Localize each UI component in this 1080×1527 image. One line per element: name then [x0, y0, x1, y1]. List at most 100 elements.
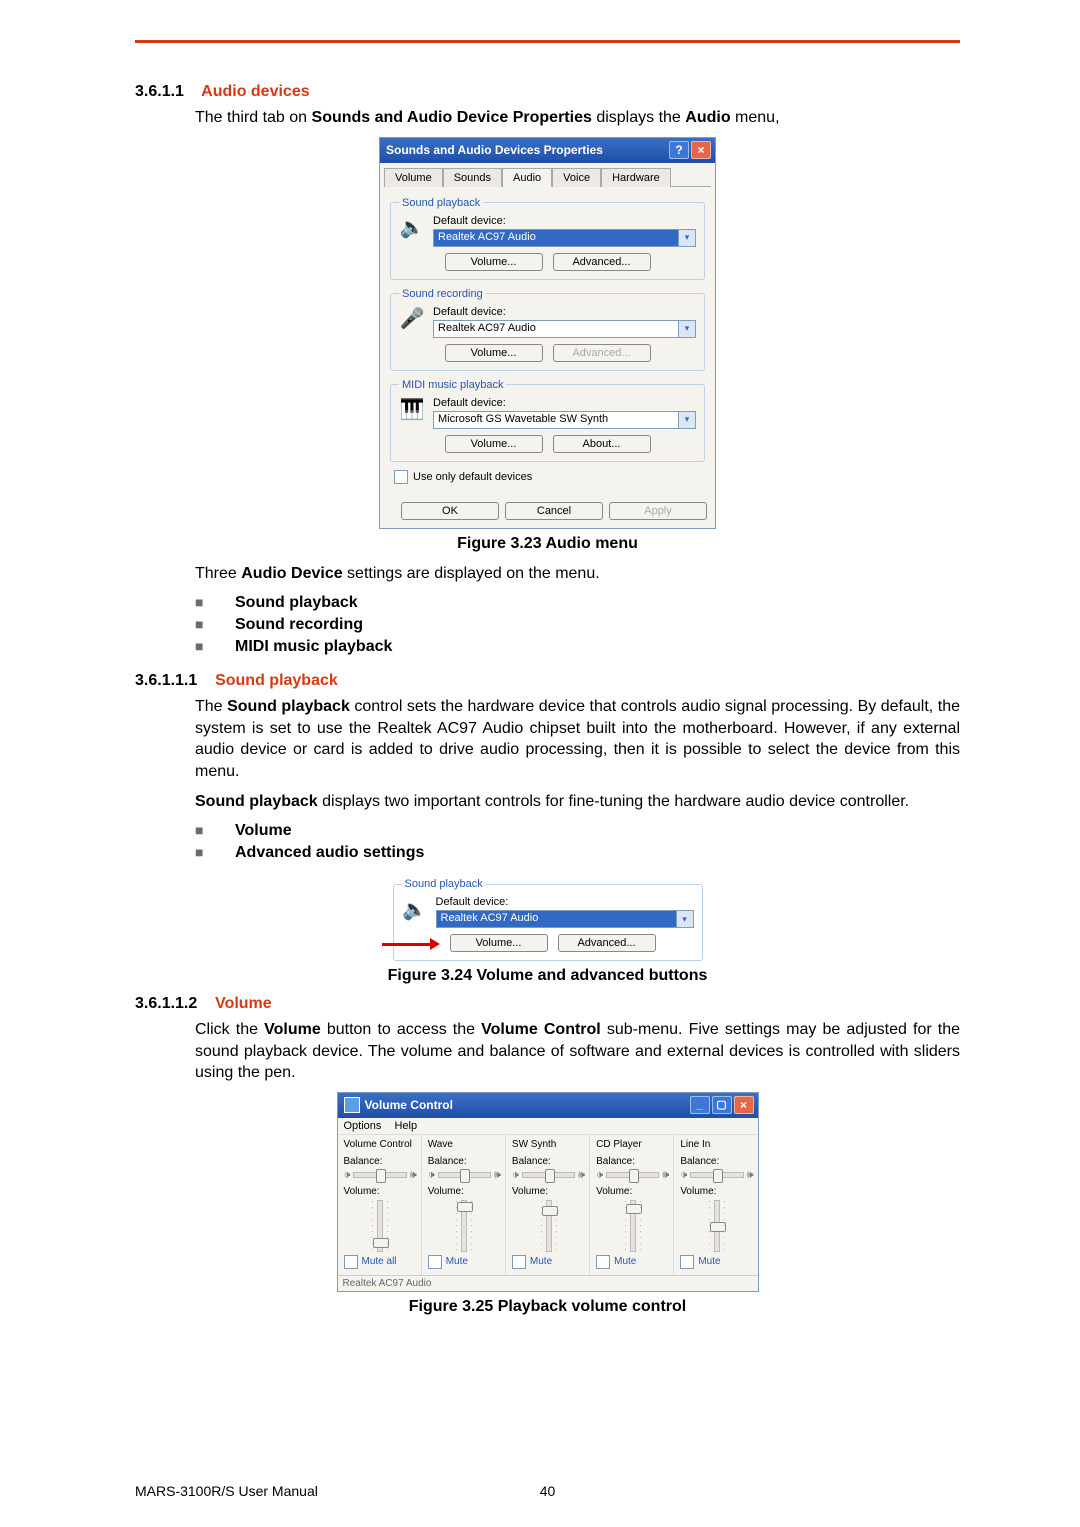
dialog-title: Sounds and Audio Devices Properties [386, 143, 667, 157]
channel-name: Line In [680, 1139, 753, 1150]
close-button[interactable]: × [734, 1096, 754, 1114]
volume-paragraph: Click the Volume button to access the Vo… [195, 1019, 960, 1084]
speaker-right-icon: 🕪 [494, 1169, 501, 1182]
checkbox-icon[interactable] [512, 1255, 526, 1269]
midi-device-dropdown[interactable]: Microsoft GS Wavetable SW Synth ▾ [433, 411, 696, 429]
tab-hardware[interactable]: Hardware [601, 168, 671, 187]
intro-paragraph: The third tab on Sounds and Audio Device… [195, 107, 960, 129]
sound-playback-para2: Sound playback displays two important co… [195, 791, 960, 813]
close-button[interactable]: × [691, 141, 711, 159]
volctrl-columns: Volume ControlBalance:🕩🕪Volume:Mute allW… [338, 1135, 758, 1275]
balance-slider[interactable]: 🕩🕪 [680, 1169, 753, 1182]
volume-label: Volume: [512, 1186, 585, 1197]
midi-playback-group: MIDI music playback 🎹 Default device: Mi… [390, 379, 705, 462]
dropdown-value: Microsoft GS Wavetable SW Synth [434, 412, 678, 428]
playback-device-dropdown[interactable]: Realtek AC97 Audio ▾ [436, 910, 694, 928]
channel-name: Volume Control [344, 1139, 417, 1150]
default-device-label: Default device: [436, 896, 694, 908]
chevron-down-icon[interactable]: ▾ [678, 321, 695, 337]
speaker-left-icon: 🕩 [596, 1169, 603, 1182]
playback-device-dropdown[interactable]: Realtek AC97 Audio ▾ [433, 229, 696, 247]
playback-volume-button[interactable]: Volume... [450, 934, 548, 952]
volume-slider[interactable] [428, 1200, 501, 1250]
figure-caption-24: Figure 3.24 Volume and advanced buttons [135, 967, 960, 985]
checkbox-icon[interactable] [428, 1255, 442, 1269]
mute-checkbox[interactable]: Mute [680, 1255, 753, 1269]
heading-num: 3.6.1.1 [135, 83, 184, 100]
volume-label: Volume: [344, 1186, 417, 1197]
playback-controls-list: Volume Advanced audio settings [195, 820, 960, 864]
volume-slider[interactable] [596, 1200, 669, 1250]
recording-volume-button[interactable]: Volume... [445, 344, 543, 362]
recording-device-dropdown[interactable]: Realtek AC97 Audio ▾ [433, 320, 696, 338]
volctrl-titlebar[interactable]: Volume Control _ ▢ × [338, 1093, 758, 1118]
dialog-titlebar[interactable]: Sounds and Audio Devices Properties ? × [380, 138, 715, 163]
minimize-button[interactable]: _ [690, 1096, 710, 1114]
menu-options[interactable]: Options [344, 1120, 382, 1132]
cancel-button[interactable]: Cancel [505, 502, 603, 520]
heading-audio-devices: 3.6.1.1 Audio devices [135, 83, 960, 101]
tab-sounds[interactable]: Sounds [443, 168, 502, 187]
balance-slider[interactable]: 🕩🕪 [344, 1169, 417, 1182]
balance-slider[interactable]: 🕩🕪 [512, 1169, 585, 1182]
playback-advanced-button[interactable]: Advanced... [553, 253, 651, 271]
speaker-right-icon: 🕪 [578, 1169, 585, 1182]
volume-slider[interactable] [344, 1200, 417, 1250]
tab-volume[interactable]: Volume [384, 168, 443, 187]
group-legend: MIDI music playback [399, 379, 506, 391]
playback-snippet: Sound playback 🔈 Default device: Realtek… [393, 878, 703, 961]
volume-slider[interactable] [512, 1200, 585, 1250]
checkbox-icon[interactable] [394, 470, 408, 484]
page-top-rule [135, 40, 960, 43]
mute-checkbox[interactable]: Mute [512, 1255, 585, 1269]
channel-name: SW Synth [512, 1139, 585, 1150]
balance-slider[interactable]: 🕩🕪 [596, 1169, 669, 1182]
help-button[interactable]: ? [669, 141, 689, 159]
default-device-label: Default device: [433, 215, 696, 227]
balance-label: Balance: [428, 1156, 501, 1167]
midi-volume-button[interactable]: Volume... [445, 435, 543, 453]
mute-checkbox[interactable]: Mute [596, 1255, 669, 1269]
chevron-down-icon[interactable]: ▾ [678, 230, 695, 246]
mute-checkbox[interactable]: Mute [428, 1255, 501, 1269]
group-legend: Sound playback [399, 197, 483, 209]
volume-column: SW SynthBalance:🕩🕪Volume:Mute [506, 1135, 590, 1275]
checkbox-icon[interactable] [680, 1255, 694, 1269]
volume-slider[interactable] [680, 1200, 753, 1250]
volctrl-menubar[interactable]: Options Help [338, 1118, 758, 1135]
playback-volume-button[interactable]: Volume... [445, 253, 543, 271]
heading-volume: 3.6.1.1.2 Volume [135, 995, 960, 1013]
ok-button[interactable]: OK [401, 502, 499, 520]
maximize-button[interactable]: ▢ [712, 1096, 732, 1114]
chevron-down-icon[interactable]: ▾ [676, 911, 693, 927]
checkbox-icon[interactable] [596, 1255, 610, 1269]
volume-label: Volume: [596, 1186, 669, 1197]
menu-help[interactable]: Help [394, 1120, 417, 1132]
list-item: Volume [195, 820, 960, 842]
channel-name: Wave [428, 1139, 501, 1150]
dropdown-value: Realtek AC97 Audio [437, 911, 676, 927]
sound-playback-group: Sound playback 🔈 Default device: Realtek… [390, 197, 705, 280]
volume-column: Volume ControlBalance:🕩🕪Volume:Mute all [338, 1135, 422, 1275]
volume-label: Volume: [428, 1186, 501, 1197]
figure-caption-23: Figure 3.23 Audio menu [135, 535, 960, 553]
tab-voice[interactable]: Voice [552, 168, 601, 187]
volctrl-title: Volume Control [365, 1098, 688, 1112]
balance-slider[interactable]: 🕩🕪 [428, 1169, 501, 1182]
chevron-down-icon[interactable]: ▾ [678, 412, 695, 428]
use-default-checkbox-row[interactable]: Use only default devices [394, 470, 705, 484]
mute-checkbox[interactable]: Mute all [344, 1255, 417, 1269]
footer-left: MARS-3100R/S User Manual [135, 1483, 318, 1499]
playback-advanced-button[interactable]: Advanced... [558, 934, 656, 952]
dropdown-value: Realtek AC97 Audio [434, 321, 678, 337]
midi-about-button[interactable]: About... [553, 435, 651, 453]
channel-name: CD Player [596, 1139, 669, 1150]
checkbox-icon[interactable] [344, 1255, 358, 1269]
list-item: Advanced audio settings [195, 842, 960, 864]
speaker-left-icon: 🕩 [512, 1169, 519, 1182]
heading-title: Sound playback [215, 672, 338, 689]
tab-audio[interactable]: Audio [502, 168, 552, 187]
volctrl-statusbar: Realtek AC97 Audio [338, 1275, 758, 1291]
audio-device-list: Sound playback Sound recording MIDI musi… [195, 592, 960, 658]
group-legend: Sound playback [402, 878, 486, 890]
